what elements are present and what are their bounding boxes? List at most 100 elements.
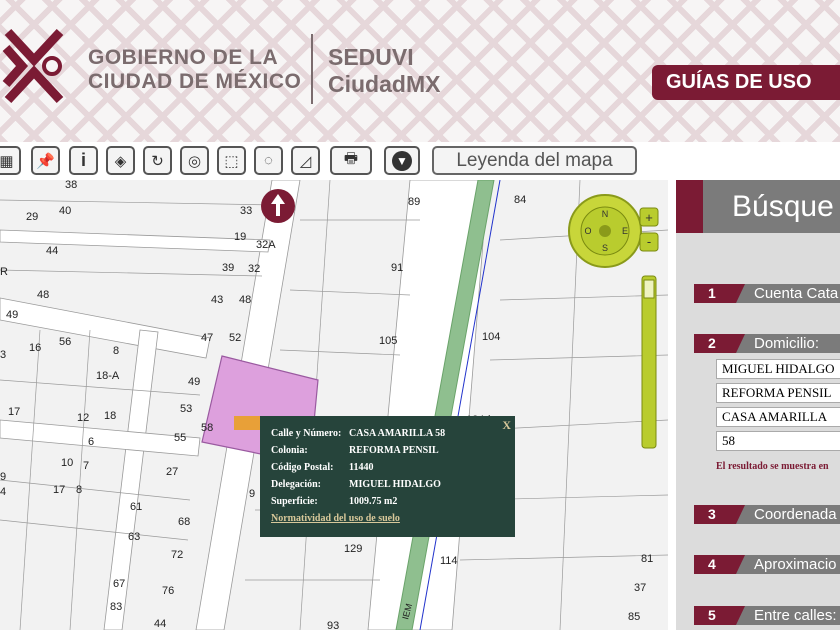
delegacion-field[interactable]: MIGUEL HIDALGO: [716, 359, 840, 379]
lot-number-label: 48: [239, 294, 251, 306]
popup-label: Calle y Número:: [271, 428, 342, 439]
compass-o: O: [584, 226, 591, 236]
calle-field[interactable]: CASA AMARILLA: [716, 407, 840, 427]
ruler-tool-button[interactable]: ▦: [0, 146, 21, 175]
panel-header-accent: [676, 180, 703, 233]
lot-number-label: 18: [104, 410, 116, 422]
colonia-field[interactable]: REFORMA PENSIL: [716, 383, 840, 403]
circle-select-icon: ◎: [187, 152, 202, 170]
popup-row: Superficie: 1009.75 m2: [271, 493, 505, 510]
compass-e: E: [622, 226, 628, 236]
map-canvas[interactable]: N S E O + - 38 29 40 44 33 19 32A 39 32 48 43 48 49 5…: [0, 180, 668, 630]
section-number: 1: [694, 284, 745, 303]
map-toolbar: ▦ 📌 i ◈ ↻ ◎ ⬚ ◌ ◿ 🖶 ▼ Leyenda del mapa: [0, 146, 670, 178]
search-panel: Búsque 1 Cuenta Cata 2 Domicilio: MIGUEL…: [676, 180, 840, 630]
north-arrow-icon: [261, 189, 295, 223]
header: GOBIERNO DE LA CIUDAD DE MÉXICO SEDUVI C…: [0, 0, 840, 142]
popup-row: Colonia: REFORMA PENSIL: [271, 442, 505, 459]
lot-number-label: 9: [249, 488, 255, 500]
lot-number-label: 32: [248, 263, 260, 275]
lot-number-label: 12: [77, 412, 89, 424]
lot-number-label: 104: [482, 331, 500, 343]
info-icon: i: [80, 150, 86, 170]
lot-number-label: 8: [113, 345, 119, 357]
section-cuenta-catastral[interactable]: 1 Cuenta Cata: [694, 284, 840, 303]
popup-close-button[interactable]: X: [502, 418, 511, 433]
pin-icon: 📌: [36, 152, 55, 170]
lot-number-label: 17: [53, 484, 65, 496]
numero-field[interactable]: 58: [716, 431, 840, 451]
lot-number-label: 9: [0, 471, 6, 483]
section-coordenadas[interactable]: 3 Coordenada: [694, 505, 840, 524]
print-icon: 🖶: [343, 150, 359, 167]
download-tool-button[interactable]: ▼: [384, 146, 420, 175]
land-use-norms-link[interactable]: Normatividad del uso de suelo: [271, 513, 400, 524]
compass-n: N: [602, 209, 609, 219]
zoom-slider: [641, 275, 657, 449]
lot-number-label: 72: [171, 549, 183, 561]
zoom-out-label: -: [647, 234, 651, 249]
result-note: El resultado se muestra en: [716, 461, 829, 472]
popup-pointer: [234, 416, 260, 430]
lot-number-label: 6: [88, 436, 94, 448]
layers-tool-button[interactable]: ◈: [106, 146, 135, 175]
lot-number-label: 27: [166, 466, 178, 478]
compass-s: S: [602, 243, 608, 253]
lot-number-label: 53: [180, 403, 192, 415]
circle-dashed-icon: ◌: [264, 152, 273, 169]
section-number: 5: [694, 606, 745, 625]
guides-button[interactable]: GUÍAS DE USO: [652, 65, 840, 100]
circle-select-tool-button[interactable]: ◎: [180, 146, 209, 175]
popup-label: Delegación:: [271, 479, 321, 490]
info-tool-button[interactable]: i: [69, 146, 98, 175]
section-aproximacion[interactable]: 4 Aproximacio: [694, 555, 840, 574]
section-label: Cuenta Cata: [754, 285, 839, 302]
refresh-tool-button[interactable]: ↻: [143, 146, 172, 175]
rect-select-tool-button[interactable]: ⬚: [217, 146, 246, 175]
lot-number-label: R: [0, 266, 8, 278]
lot-number-label: 39: [222, 262, 234, 274]
section-domicilio[interactable]: 2 Domicilio:: [694, 334, 840, 353]
polygon-select-tool-button[interactable]: ◿: [291, 146, 320, 175]
section-number: 4: [694, 555, 745, 574]
lot-number-label: 56: [59, 336, 71, 348]
popup-label: Superficie:: [271, 496, 318, 507]
lot-number-label: 76: [162, 585, 174, 597]
lot-number-label: 3: [0, 349, 6, 361]
section-label: Domicilio:: [754, 335, 820, 352]
popup-row: Delegación: MIGUEL HIDALGO: [271, 476, 505, 493]
section-entre-calles[interactable]: 5 Entre calles:: [694, 606, 840, 625]
section-label: Entre calles:: [754, 607, 837, 624]
zoom-in-label: +: [645, 210, 653, 225]
popup-label: Colonia:: [271, 445, 308, 456]
lot-number-label: 67: [113, 578, 125, 590]
lot-number-label: 33: [240, 205, 252, 217]
print-tool-button[interactable]: 🖶: [330, 146, 372, 175]
lot-number-label: 81: [641, 553, 653, 565]
lot-number-label: 10: [61, 457, 73, 469]
circle-dashed-tool-button[interactable]: ◌: [254, 146, 283, 175]
popup-row: Código Postal: 11440: [271, 459, 505, 476]
pin-tool-button[interactable]: 📌: [31, 146, 60, 175]
gov-line-2: CIUDAD DE MÉXICO: [88, 70, 302, 93]
section-label: Coordenada: [754, 506, 837, 523]
lot-number-label: 52: [229, 332, 241, 344]
ruler-icon: ▦: [0, 152, 14, 170]
lot-number-label: 19: [234, 231, 246, 243]
popup-label: Código Postal:: [271, 462, 334, 473]
parcel-info-popup: X Calle y Número: CASA AMARILLA 58 Coloni…: [234, 416, 515, 537]
lot-number-label: 8: [76, 484, 82, 496]
lot-number-label: 47: [201, 332, 213, 344]
lot-number-label: 43: [211, 294, 223, 306]
lot-number-label: 68: [178, 516, 190, 528]
map-legend-button[interactable]: Leyenda del mapa: [432, 146, 637, 175]
section-label: Aproximacio: [754, 556, 837, 573]
lot-number-label: 55: [174, 432, 186, 444]
lot-number-label: 84: [514, 194, 526, 206]
refresh-icon: ↻: [151, 152, 164, 170]
lot-number-label: 83: [110, 601, 122, 613]
polygon-select-icon: ◿: [299, 152, 312, 170]
lot-number-label: 129: [344, 543, 362, 555]
section-number: 3: [694, 505, 745, 524]
lot-number-label: 91: [391, 262, 403, 274]
